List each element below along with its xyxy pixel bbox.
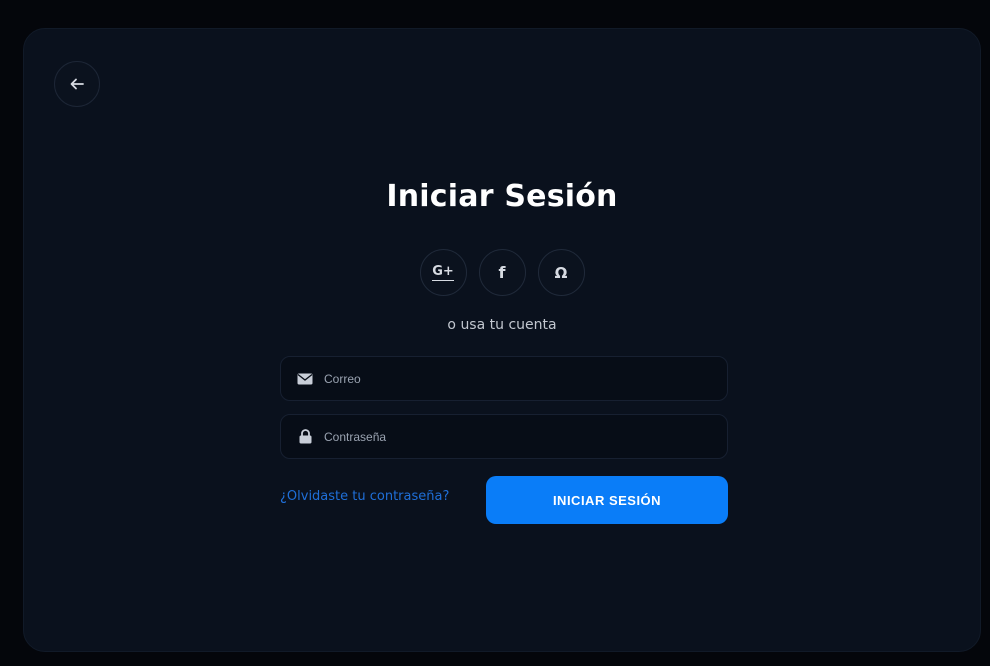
email-field[interactable] [280,356,728,401]
login-submit-button[interactable]: INICIAR SESIÓN [486,476,728,524]
login-card: Iniciar Sesión G+ f Ω o usa tu cuenta Co… [23,28,981,652]
lock-icon [297,429,313,445]
facebook-login-button[interactable]: f [478,249,526,296]
facebook-icon: f [498,263,506,282]
arrow-left-icon [70,75,84,94]
github-icon: Ω [554,263,568,282]
google-plus-icon: G+ [432,264,454,281]
password-input[interactable] [324,415,727,458]
page-title: Iniciar Sesión [386,179,618,214]
github-login-button[interactable]: Ω [537,249,585,296]
email-input[interactable] [324,357,727,400]
social-login-group: G+ f Ω [24,249,980,296]
back-button[interactable] [54,61,100,107]
password-field[interactable] [280,414,728,459]
google-login-button[interactable]: G+ [419,249,467,296]
forgot-password-link[interactable]: ¿Olvidaste tu contraseña? [280,489,449,504]
envelope-icon [297,371,313,387]
alternative-login-text: o usa tu cuenta [447,317,557,333]
